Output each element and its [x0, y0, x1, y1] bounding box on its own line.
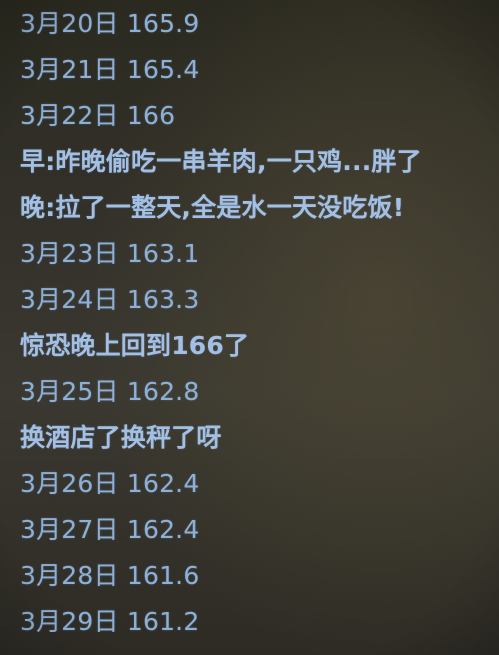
phone-note-screen: 3月20日 165.9 3月21日 165.4 3月22日 166 早:昨晚偷吃…	[0, 0, 499, 655]
log-entry-weight: 3月27日 162.4	[20, 515, 200, 544]
log-entry-weight: 3月20日 165.9	[20, 9, 200, 38]
log-entry-weight: 3月24日 163.3	[20, 285, 200, 314]
log-entry-weight: 3月26日 162.4	[20, 469, 200, 498]
log-entry-note: 晚:拉了一整天,全是水一天没吃饭!	[20, 193, 405, 222]
log-entry-weight: 3月28日 161.6	[20, 561, 200, 590]
log-entry-weight: 3月29日 161.2	[20, 607, 200, 632]
weight-log: 3月20日 165.9 3月21日 165.4 3月22日 166 早:昨晚偷吃…	[20, 4, 490, 632]
log-entry-weight: 3月25日 162.8	[20, 377, 200, 406]
log-entry-note: 早:昨晚偷吃一串羊肉,一只鸡...胖了	[20, 147, 422, 176]
log-entry-note: 惊恐晚上回到166了	[20, 331, 250, 360]
log-entry-weight: 3月23日 163.1	[20, 239, 200, 268]
log-entry-weight: 3月21日 165.4	[20, 55, 200, 84]
log-entry-weight: 3月22日 166	[20, 101, 176, 130]
log-entry-note: 换酒店了换秤了呀	[20, 423, 222, 452]
